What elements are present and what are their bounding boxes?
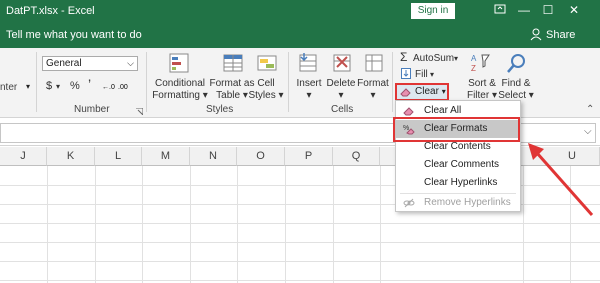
annotation-arrow [528,143,594,216]
